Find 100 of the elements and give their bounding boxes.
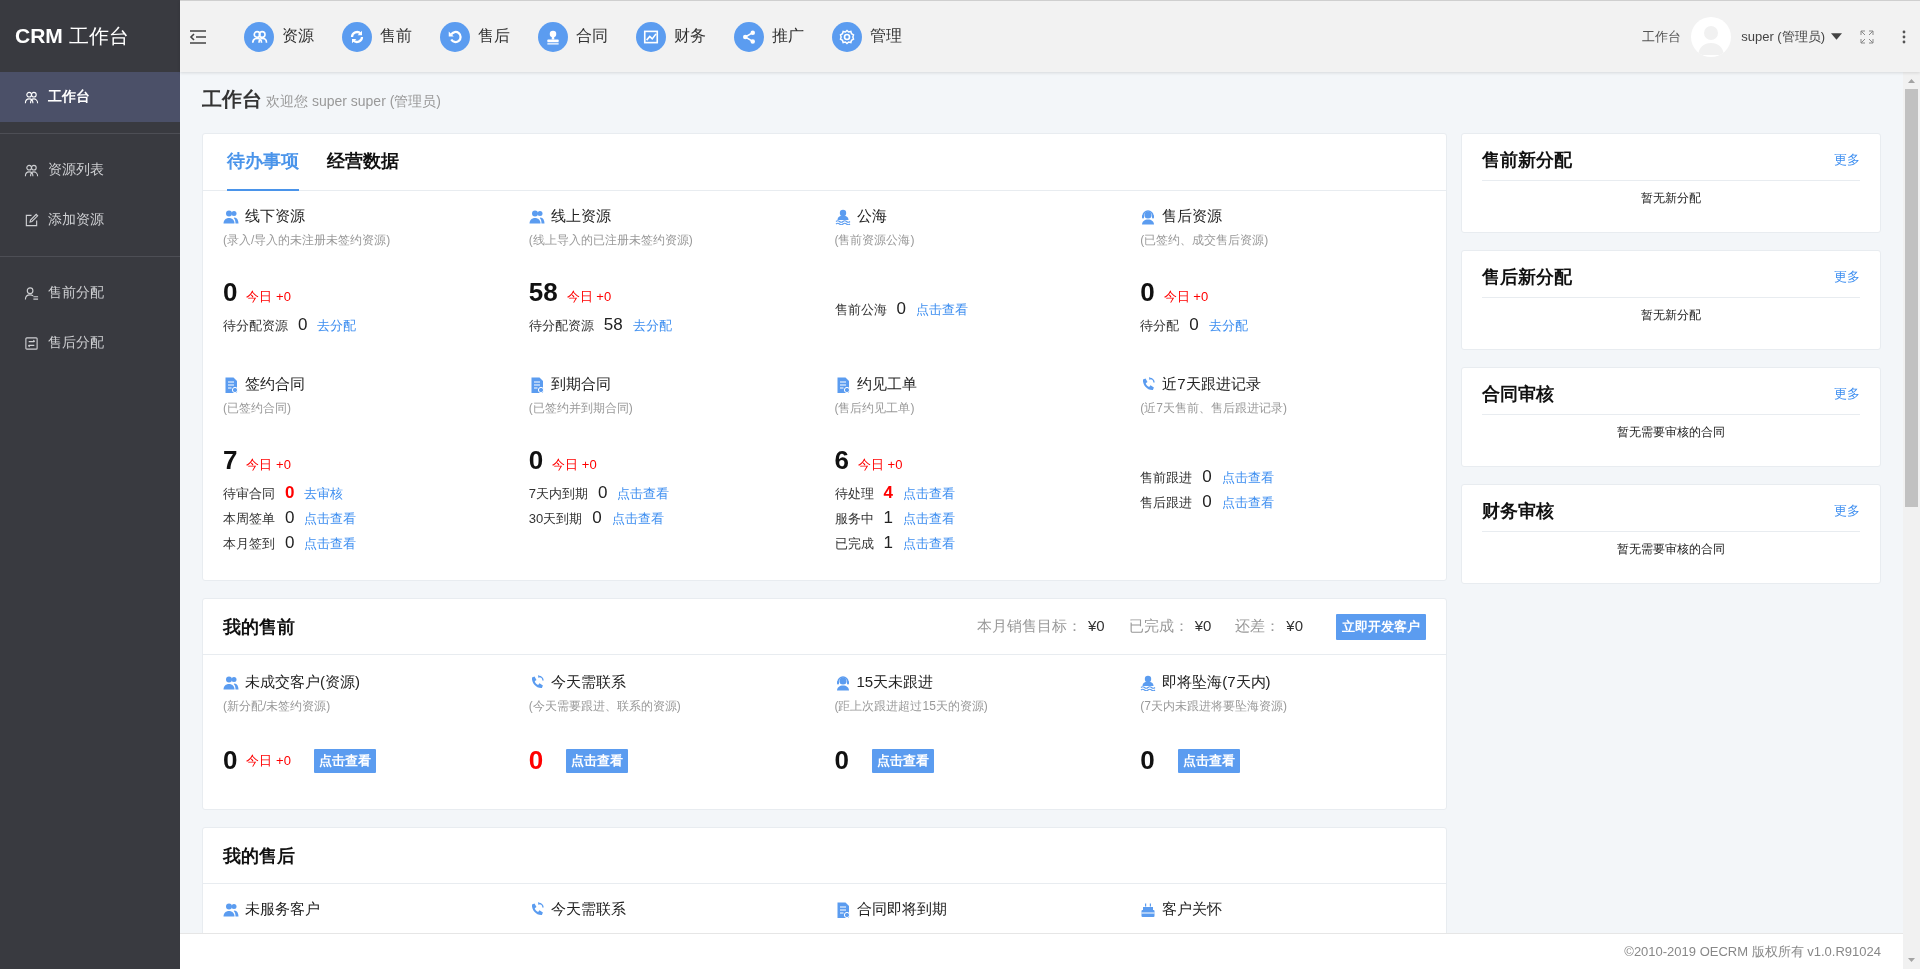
item-title: 线下资源 [245,207,305,226]
item-description: (线上导入的已注册未签约资源) [528,232,694,249]
sidebar-item[interactable]: 资源列表 [0,145,180,195]
count: 0 [528,745,544,776]
action-link[interactable]: 点击查看 [304,510,357,528]
nav-link[interactable]: 资源 [230,1,328,72]
action-link[interactable]: 去分配 [317,317,357,335]
sidebar-item[interactable]: 工作台 [0,72,180,122]
stat-value: 1 [883,508,893,528]
develop-customer-button[interactable]: 立即开发客户 [1336,613,1426,640]
fullscreen-icon[interactable] [1860,29,1874,44]
count: 58 [528,277,558,308]
stat-value: 0 [896,299,906,319]
breadcrumb: 工作台 [1642,27,1682,46]
nav-link[interactable]: 推广 [720,1,818,72]
item-title: 售后资源 [1162,207,1223,226]
empty-message: 暂无新分配 [1640,190,1702,207]
stat-label: 待处理 [834,485,874,503]
action-link[interactable]: 点击查看 [902,485,955,503]
stat-value: 1 [883,533,893,553]
empty-message: 暂无新分配 [1640,307,1702,324]
item-title: 即将坠海(7天内) [1162,673,1271,692]
more-icon[interactable] [1902,29,1906,44]
item-title: 客户关怀 [1162,900,1223,919]
count: 0 [223,277,238,308]
item-description: (售前资源公海) [834,232,916,249]
section-title: 我的售前 [223,615,295,639]
copyright-text: ©2010-2019 OECRM 版权所有 v1.0.R91024 [1624,942,1881,961]
nav-link[interactable]: 售后 [426,1,524,72]
item-title: 合同即将到期 [856,900,947,919]
stat-label: 本月签到 [223,535,275,553]
stat-label: 待分配 [1140,317,1180,335]
stat-value: 0 [298,315,308,335]
item-title: 今天需联系 [550,900,626,919]
target-stat: 还差： ¥0 [1235,617,1303,636]
card-title: 售前新分配 [1482,149,1572,172]
view-button[interactable]: 点击查看 [566,748,629,773]
item-description: (近7天售前、售后跟进记录) [1140,400,1288,417]
item-title: 未服务客户 [245,900,320,919]
count: 0 [834,745,849,776]
action-link[interactable]: 点击查看 [902,510,955,528]
action-link[interactable]: 点击查看 [1221,469,1274,487]
action-link[interactable]: 去分配 [1208,317,1248,335]
item-title: 公海 [856,207,887,226]
view-button[interactable]: 点击查看 [871,748,934,773]
more-link[interactable]: 更多 [1834,151,1860,169]
action-link[interactable]: 点击查看 [304,535,357,553]
target-stat: 本月销售目标： ¥0 [976,617,1105,636]
stat-value: 0 [285,533,295,553]
stamp-icon [538,21,568,52]
nav-link[interactable]: 售前 [328,1,426,72]
action-link[interactable]: 去审核 [304,485,344,503]
people-icon [24,162,39,178]
action-link[interactable]: 点击查看 [915,301,968,319]
sidebar-item[interactable]: 售后分配 [0,318,180,368]
stat-value: 0 [285,508,295,528]
stat-label: 待分配资源 [528,317,594,335]
user-menu[interactable]: super (管理员) [1741,27,1842,46]
stat-label: 待分配资源 [223,317,288,335]
nav-link[interactable]: 管理 [818,1,916,72]
nav-link[interactable]: 合同 [524,1,622,72]
action-link[interactable]: 去分配 [632,317,672,335]
count: 0 [223,745,238,776]
more-link[interactable]: 更多 [1834,502,1860,520]
today-change: 今日 +0 [246,751,291,770]
sidebar-item[interactable]: 售前分配 [0,268,180,318]
stat-label: 售后跟进 [1140,494,1193,512]
more-link[interactable]: 更多 [1834,268,1860,286]
people-icon [24,89,39,105]
settings-icon [832,21,862,52]
stat-value: 0 [285,483,295,503]
today-change: 今日 +0 [1163,288,1209,306]
nav-link[interactable]: 财务 [622,1,720,72]
action-link[interactable]: 点击查看 [611,510,664,528]
item-description: (录入/导入的未注册未签约资源) [223,232,392,249]
list-icon [24,335,39,351]
action-link[interactable]: 点击查看 [902,535,955,553]
stat-label: 已完成 [834,535,874,553]
action-link[interactable]: 点击查看 [1221,494,1274,512]
item-title: 约见工单 [856,375,917,394]
item-description: (已签约、成交售后资源) [1140,232,1270,249]
view-button[interactable]: 点击查看 [1177,748,1240,773]
tab[interactable]: 待办事项 [227,134,299,191]
item-title: 到期合同 [550,375,611,394]
stat-value: 0 [1202,467,1212,487]
tab[interactable]: 经营数据 [327,134,399,191]
menu-toggle-icon[interactable] [188,28,208,45]
stat-label: 30天到期 [528,510,583,528]
people-icon [223,674,239,691]
people-icon [244,21,274,52]
count: 7 [223,445,238,476]
more-link[interactable]: 更多 [1834,385,1860,403]
item-title: 线上资源 [550,207,611,226]
person-waves-icon [834,208,851,225]
view-button[interactable]: 点击查看 [313,748,376,773]
card-title: 合同审核 [1482,383,1554,406]
sidebar-item[interactable]: 添加资源 [0,195,180,245]
action-link[interactable]: 点击查看 [617,485,670,503]
caret-icon [1831,33,1842,40]
count: 0 [1140,277,1155,308]
